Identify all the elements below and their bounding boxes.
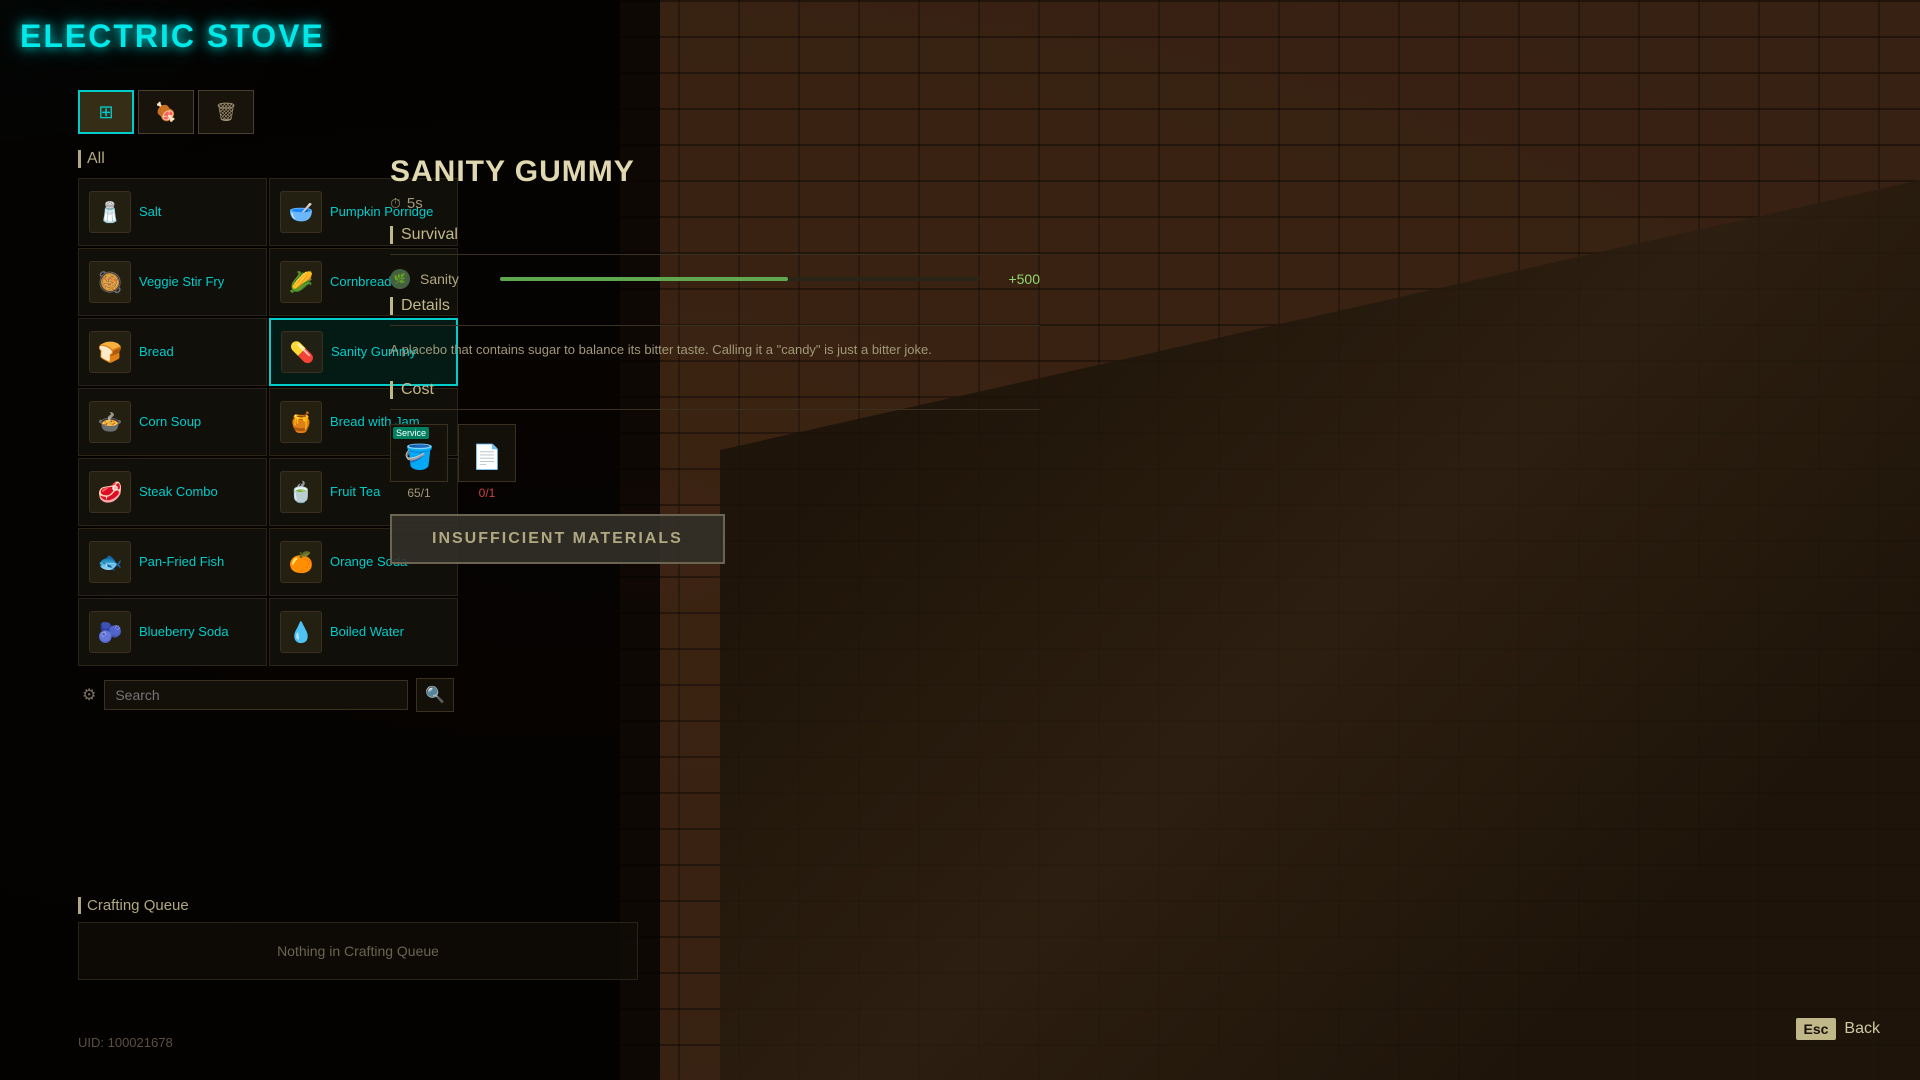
item-cell-boiled-water[interactable]: 💧 Boiled Water bbox=[269, 598, 458, 666]
item-icon-corn-soup: 🍲 bbox=[89, 401, 131, 443]
item-icon-fruit-tea: 🍵 bbox=[280, 471, 322, 513]
item-cell-corn-soup[interactable]: 🍲 Corn Soup bbox=[78, 388, 267, 456]
queue-empty-text: Nothing in Crafting Queue bbox=[78, 922, 638, 980]
cost-header: Cost bbox=[390, 381, 1040, 399]
cost-item-box-1: 📄 bbox=[458, 424, 516, 482]
item-icon-boiled-water: 💧 bbox=[280, 611, 322, 653]
item-icon-pan-fried-fish: 🐟 bbox=[89, 541, 131, 583]
cost-divider bbox=[390, 409, 1040, 410]
clock-icon: ⏱ bbox=[390, 195, 401, 212]
cost-item-label-0: Service bbox=[393, 427, 429, 439]
search-bar: ⚙ 🔍 bbox=[78, 678, 458, 712]
item-icon-orange-soda: 🍊 bbox=[280, 541, 322, 583]
cost-item-box-0: Service 🪣 bbox=[390, 424, 448, 482]
cost-item-icon-0: 🪣 bbox=[404, 443, 434, 472]
cost-item-count-1: 0/1 bbox=[479, 486, 496, 500]
item-name-salt: Salt bbox=[139, 204, 161, 221]
item-icon-bread-jam: 🍯 bbox=[280, 401, 322, 443]
item-cell-salt[interactable]: 🧂 Salt bbox=[78, 178, 267, 246]
item-name-corn-soup: Corn Soup bbox=[139, 414, 201, 431]
item-name-veggie-stir-fry: Veggie Stir Fry bbox=[139, 274, 224, 291]
item-cell-steak-combo[interactable]: 🥩 Steak Combo bbox=[78, 458, 267, 526]
item-name-steak-combo: Steak Combo bbox=[139, 484, 218, 501]
details-header: Details bbox=[390, 297, 1040, 315]
item-icon-pumpkin-porridge: 🥣 bbox=[280, 191, 322, 233]
item-name-fruit-tea: Fruit Tea bbox=[330, 484, 380, 501]
crafting-queue: Crafting Queue Nothing in Crafting Queue bbox=[78, 897, 638, 980]
cost-items: Service 🪣 65/1 📄 0/1 bbox=[390, 424, 1040, 500]
item-name-pan-fried-fish: Pan-Fried Fish bbox=[139, 554, 224, 571]
item-name-cornbread: Cornbread bbox=[330, 274, 391, 291]
item-icon-bread: 🍞 bbox=[89, 331, 131, 373]
survival-divider bbox=[390, 254, 1040, 255]
item-cell-bread[interactable]: 🍞 Bread bbox=[78, 318, 267, 386]
details-divider bbox=[390, 325, 1040, 326]
item-icon-steak-combo: 🥩 bbox=[89, 471, 131, 513]
craft-time: ⏱ 5s bbox=[390, 195, 1040, 212]
tab-bar: ⊞ 🍖 🗑 bbox=[78, 90, 458, 134]
detail-panel: SANITY GUMMY ⏱ 5s Survival 🌿 Sanity +500… bbox=[390, 155, 1040, 564]
stat-name-sanity: Sanity bbox=[420, 271, 490, 287]
back-label: Back bbox=[1844, 1020, 1880, 1038]
item-icon-cornbread: 🌽 bbox=[280, 261, 322, 303]
search-input[interactable] bbox=[104, 680, 408, 710]
stat-bar-fill bbox=[500, 277, 788, 281]
stat-bar-bg bbox=[500, 277, 980, 281]
cost-item-1: 📄 0/1 bbox=[458, 424, 516, 500]
survival-header: Survival bbox=[390, 226, 1040, 244]
survival-stats: 🌿 Sanity +500 bbox=[390, 269, 1040, 289]
esc-key: Esc bbox=[1796, 1018, 1837, 1040]
cost-item-icon-1: 📄 bbox=[472, 443, 502, 472]
stat-value-sanity: +500 bbox=[990, 271, 1040, 287]
tab-trash[interactable]: 🗑 bbox=[198, 90, 254, 134]
tab-grid[interactable]: ⊞ bbox=[78, 90, 134, 134]
item-name-blueberry-soda: Blueberry Soda bbox=[139, 624, 229, 641]
item-icon-blueberry-soda: 🫐 bbox=[89, 611, 131, 653]
cost-item-0: Service 🪣 65/1 bbox=[390, 424, 448, 500]
food-icon: 🍖 bbox=[155, 102, 177, 123]
item-name-boiled-water: Boiled Water bbox=[330, 624, 404, 641]
page-title: ELECTRIC STOVE bbox=[20, 18, 325, 55]
item-cell-veggie-stir-fry[interactable]: 🥘 Veggie Stir Fry bbox=[78, 248, 267, 316]
stat-icon-sanity: 🌿 bbox=[390, 269, 410, 289]
item-title: SANITY GUMMY bbox=[390, 155, 1040, 189]
cost-item-count-0: 65/1 bbox=[407, 486, 430, 500]
grid-icon: ⊞ bbox=[98, 102, 113, 123]
uid-label: UID: 100021678 bbox=[78, 1035, 173, 1050]
details-description: A placebo that contains sugar to balance… bbox=[390, 340, 970, 361]
trash-icon: 🗑 bbox=[215, 102, 238, 123]
search-button[interactable]: 🔍 bbox=[416, 678, 454, 712]
filter-icon[interactable]: ⚙ bbox=[82, 685, 96, 705]
cost-section: Cost Service 🪣 65/1 📄 0/1 INSUFFICIENT M… bbox=[390, 381, 1040, 564]
item-cell-blueberry-soda[interactable]: 🫐 Blueberry Soda bbox=[78, 598, 267, 666]
back-button[interactable]: Esc Back bbox=[1796, 1018, 1881, 1040]
item-icon-sanity-gummy: 💊 bbox=[281, 331, 323, 373]
item-cell-pan-fried-fish[interactable]: 🐟 Pan-Fried Fish bbox=[78, 528, 267, 596]
item-icon-salt: 🧂 bbox=[89, 191, 131, 233]
queue-label: Crafting Queue bbox=[78, 897, 638, 914]
item-icon-veggie-stir-fry: 🥘 bbox=[89, 261, 131, 303]
item-name-bread: Bread bbox=[139, 344, 174, 361]
tab-food[interactable]: 🍖 bbox=[138, 90, 194, 134]
stat-row-sanity: 🌿 Sanity +500 bbox=[390, 269, 1040, 289]
craft-button[interactable]: INSUFFICIENT MATERIALS bbox=[390, 514, 725, 564]
